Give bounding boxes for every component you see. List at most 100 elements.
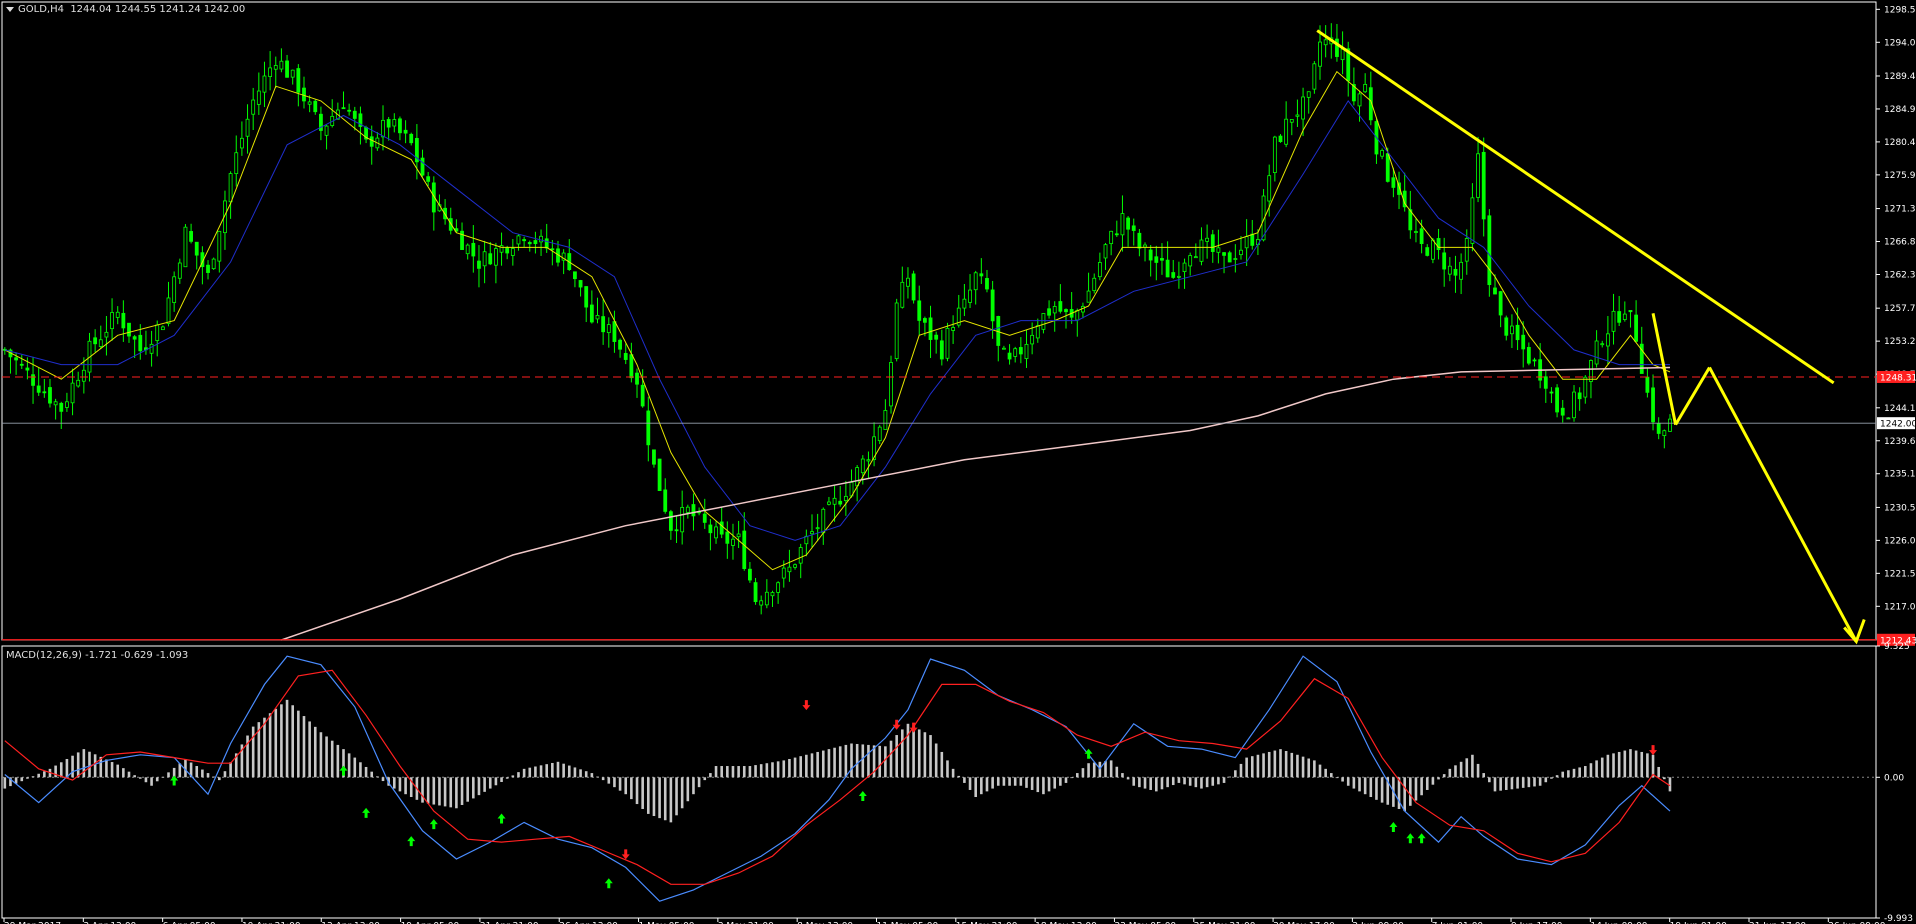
candle-body	[324, 125, 329, 136]
candle-body	[1035, 325, 1040, 339]
histogram-bar	[308, 721, 311, 778]
candle-body	[1611, 310, 1616, 332]
histogram-bar	[844, 744, 848, 778]
histogram-bar	[562, 763, 565, 778]
trendline	[1708, 366, 1858, 643]
candle-body	[928, 317, 933, 340]
candle-body	[1193, 256, 1198, 259]
candle-body	[968, 289, 972, 303]
histogram-bar	[167, 772, 170, 778]
candle-body	[1199, 239, 1204, 262]
candle-body	[866, 459, 871, 462]
histogram-bar	[827, 749, 831, 778]
histogram-bar	[54, 765, 57, 778]
candle-body	[1289, 119, 1294, 123]
candle-body	[290, 69, 295, 78]
histogram-bar	[996, 777, 1000, 786]
candle-body	[296, 68, 301, 93]
histogram-bar	[833, 747, 836, 778]
candle-body	[121, 312, 126, 329]
candle-body	[245, 118, 250, 137]
candle-body	[708, 524, 713, 534]
histogram-bar	[1476, 763, 1480, 778]
candle-body	[189, 231, 193, 242]
candle-body	[934, 334, 939, 340]
candle-body	[533, 240, 538, 245]
candle-body	[1272, 136, 1277, 174]
histogram-bar	[1640, 751, 1644, 778]
candle-body	[347, 109, 352, 112]
histogram-bar	[635, 777, 639, 805]
histogram-bar	[1369, 777, 1373, 798]
candle-body	[894, 302, 899, 360]
candle-body	[398, 118, 402, 134]
candle-body	[1481, 151, 1486, 220]
histogram-bar	[1521, 777, 1525, 788]
histogram-bar	[1239, 763, 1243, 778]
candle-body	[19, 363, 24, 366]
histogram-bar	[1070, 777, 1073, 779]
candle-body	[663, 489, 668, 512]
histogram-bar	[1459, 761, 1463, 778]
histogram-bar	[1149, 777, 1152, 790]
candle-body	[1605, 333, 1610, 347]
histogram-bar	[150, 777, 153, 786]
candle-body	[832, 497, 837, 505]
histogram-bar	[438, 777, 441, 806]
histogram-bar	[624, 777, 628, 795]
candle-body	[155, 324, 160, 341]
candle-body	[1227, 252, 1232, 263]
candle-body	[1301, 96, 1305, 120]
histogram-bar	[353, 757, 357, 778]
histogram-bar	[127, 771, 131, 778]
candle-body	[939, 340, 944, 360]
histogram-bar	[466, 777, 469, 802]
histogram-bar	[398, 777, 402, 792]
histogram-bar	[1126, 777, 1130, 780]
candle-body	[1267, 175, 1272, 202]
candle-body	[510, 248, 515, 256]
candle-body	[211, 258, 216, 270]
price-chart[interactable]: 1298.50 1294.00 1289.40 1284.90 1280.40 1275.…	[0, 0, 1916, 924]
candle-body	[748, 568, 752, 581]
histogram-bar	[590, 773, 594, 778]
candle-body	[985, 278, 989, 290]
histogram-bar	[821, 750, 825, 778]
histogram-bar	[929, 735, 932, 778]
macd-main-line	[4, 655, 1671, 902]
histogram-bar	[1205, 777, 1209, 788]
candle-body	[883, 410, 888, 430]
histogram-bar	[251, 726, 255, 778]
candle-body	[251, 99, 256, 115]
candle-body	[990, 289, 995, 322]
histogram-bar	[765, 763, 769, 778]
candle-body	[629, 354, 634, 379]
candle-body	[522, 239, 527, 242]
histogram-bar	[940, 751, 944, 778]
histogram-bar	[731, 766, 735, 778]
candle-body	[843, 495, 848, 501]
candle-body	[42, 391, 47, 394]
candle-body	[601, 316, 606, 333]
candle-body	[573, 271, 577, 280]
histogram-bar	[37, 773, 40, 778]
candle-body	[149, 343, 154, 354]
candle-body	[420, 157, 425, 176]
histogram-bar	[861, 744, 865, 778]
histogram-bar	[325, 736, 328, 778]
candle-body	[640, 384, 645, 407]
histogram-bar	[1200, 777, 1203, 789]
sell-arrow-down-icon	[1649, 745, 1658, 756]
macd-panel-frame	[1, 645, 1877, 919]
candle-body	[488, 253, 493, 265]
histogram-bar	[330, 740, 334, 778]
candle-body	[1617, 311, 1622, 323]
candle-body	[1340, 48, 1345, 61]
candle-body	[1278, 135, 1283, 143]
candle-body	[635, 372, 639, 385]
candles-group	[2, 23, 1672, 615]
histogram-bar	[934, 743, 938, 778]
histogram-bar	[1019, 777, 1023, 786]
candle-body	[1103, 244, 1108, 259]
candle-body	[403, 129, 408, 134]
